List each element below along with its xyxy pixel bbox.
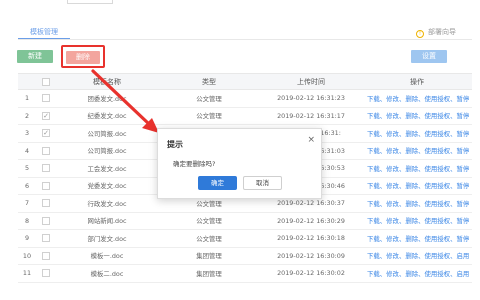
table-header-row: 模板名称 类型 上传时间 操作 (18, 73, 472, 90)
row-name: 模板二.doc (56, 264, 158, 283)
row-name: 部门发文.doc (56, 229, 158, 248)
row-time: 2019-02-12 16:30:29 (260, 212, 362, 230)
confirm-dialog: 提示 × 确定要删除吗? 确定 取消 (157, 128, 322, 199)
cancel-button[interactable]: 取消 (243, 176, 282, 190)
top-input-field[interactable] (67, 0, 113, 4)
table-row[interactable]: 9 部门发文.doc 公文管理 2019-02-12 16:30:18 下载、修改、删除… (18, 229, 472, 248)
row-actions[interactable]: 下载、修改、删除、使用授权、暂停 (362, 212, 472, 230)
row-checkbox-cell[interactable] (36, 229, 56, 248)
row-index: 5 (18, 159, 36, 178)
column-header-ops: 操作 (362, 73, 472, 90)
row-index: 3 (18, 124, 36, 143)
row-name: 公司简报.doc (56, 142, 158, 160)
row-index: 6 (18, 177, 36, 195)
row-name: 纪委发文.doc (56, 107, 158, 125)
row-index: 1 (18, 89, 36, 108)
row-type: 集团管理 (158, 264, 260, 283)
row-index: 9 (18, 229, 36, 248)
row-time: 2019-02-12 16:30:09 (260, 247, 362, 265)
row-checkbox[interactable] (42, 146, 50, 155)
confirm-button[interactable]: 确定 (198, 176, 237, 190)
row-checkbox[interactable] (42, 164, 50, 173)
table-row[interactable]: 1 团委发文.doc 公文管理 2019-02-12 16:31:23 下载、修改、删除… (18, 89, 472, 108)
row-index: 7 (18, 194, 36, 213)
column-header-index (18, 73, 36, 90)
row-checkbox-cell[interactable] (36, 159, 56, 178)
deploy-guide-label: 部署向导 (428, 28, 456, 36)
row-checkbox[interactable]: ✓ (42, 111, 50, 120)
row-type: 公文管理 (158, 89, 260, 108)
tab-divider (18, 39, 472, 40)
row-checkbox-cell[interactable]: ✓ (36, 107, 56, 125)
row-name: 网站新闻.doc (56, 212, 158, 230)
settings-button[interactable]: 设置 (411, 50, 447, 63)
row-name: 公司简报.doc (56, 124, 158, 143)
row-index: 10 (18, 247, 36, 265)
deploy-guide-link[interactable]: ! 部署向导 (416, 26, 456, 38)
row-time: 2019-02-12 16:30:18 (260, 229, 362, 248)
row-type: 集团管理 (158, 247, 260, 265)
column-header-select[interactable] (36, 73, 56, 90)
close-icon[interactable]: × (307, 135, 315, 145)
table-row[interactable]: 10 模板一.doc 集团管理 2019-02-12 16:30:09 下载、修改、删除… (18, 247, 472, 265)
row-name: 团委发文.doc (56, 89, 158, 108)
row-checkbox-cell[interactable] (36, 177, 56, 195)
row-checkbox[interactable] (42, 181, 50, 190)
table-row[interactable]: 2 ✓ 纪委发文.doc 公文管理 2019-02-12 16:31:17 下载、修改、删… (18, 107, 472, 125)
row-name: 党委发文.doc (56, 177, 158, 195)
row-checkbox[interactable] (42, 251, 50, 260)
row-time: 2019-02-12 16:31:17 (260, 107, 362, 125)
new-button[interactable]: 新建 (17, 50, 53, 63)
row-actions[interactable]: 下载、修改、删除、使用授权、暂停 (362, 107, 472, 125)
table-row[interactable]: 8 网站新闻.doc 公文管理 2019-02-12 16:30:29 下载、修改、删除… (18, 212, 472, 230)
select-all-checkbox[interactable] (42, 77, 50, 86)
row-index: 2 (18, 107, 36, 125)
row-checkbox-cell[interactable] (36, 264, 56, 283)
column-header-time: 上传时间 (260, 73, 362, 90)
row-index: 4 (18, 142, 36, 160)
row-actions[interactable]: 下载、修改、删除、使用授权、暂停 (362, 177, 472, 195)
row-checkbox[interactable]: ✓ (42, 129, 50, 138)
row-actions[interactable]: 下载、修改、删除、使用授权、暂停 (362, 159, 472, 178)
row-time: 2019-02-12 16:30:02 (260, 264, 362, 283)
row-checkbox[interactable] (42, 234, 50, 243)
row-actions[interactable]: 下载、修改、删除、使用授权、暂停 (362, 142, 472, 160)
row-checkbox-cell[interactable] (36, 142, 56, 160)
row-name: 行政发文.doc (56, 194, 158, 213)
row-checkbox-cell[interactable] (36, 212, 56, 230)
row-actions[interactable]: 下载、修改、删除、使用授权、暂停 (362, 89, 472, 108)
row-name: 模板一.doc (56, 247, 158, 265)
row-time: 2019-02-12 16:31:23 (260, 89, 362, 108)
row-checkbox[interactable] (42, 94, 50, 103)
column-header-type: 类型 (158, 73, 260, 90)
row-checkbox-cell[interactable]: ✓ (36, 124, 56, 143)
row-type: 公文管理 (158, 107, 260, 125)
row-index: 8 (18, 212, 36, 230)
row-actions[interactable]: 下载、修改、删除、使用授权、暂停 (362, 229, 472, 248)
row-checkbox[interactable] (42, 199, 50, 208)
row-name: 工会发文.doc (56, 159, 158, 178)
row-index: 11 (18, 264, 36, 283)
row-checkbox-cell[interactable] (36, 89, 56, 108)
dialog-message: 确定要删除吗? (173, 160, 216, 168)
row-actions[interactable]: 下载、修改、删除、使用授权、暂停 (362, 124, 472, 143)
row-actions[interactable]: 下载、修改、删除、使用授权、暂停 (362, 194, 472, 213)
row-actions[interactable]: 下载、修改、删除、使用授权、启用 (362, 247, 472, 265)
row-actions[interactable]: 下载、修改、删除、使用授权、启用 (362, 264, 472, 283)
delete-button-highlight (61, 45, 105, 68)
row-checkbox[interactable] (42, 269, 50, 278)
row-type: 公文管理 (158, 212, 260, 230)
row-checkbox-cell[interactable] (36, 247, 56, 265)
row-type: 公文管理 (158, 229, 260, 248)
row-checkbox-cell[interactable] (36, 194, 56, 213)
tab-template-management[interactable]: 模板管理 (18, 26, 70, 40)
column-header-name: 模板名称 (56, 73, 158, 90)
table-row[interactable]: 11 模板二.doc 集团管理 2019-02-12 16:30:02 下载、修改、删除… (18, 264, 472, 283)
row-checkbox[interactable] (42, 216, 50, 225)
dialog-title: 提示 (167, 140, 183, 149)
info-icon: ! (416, 30, 424, 38)
